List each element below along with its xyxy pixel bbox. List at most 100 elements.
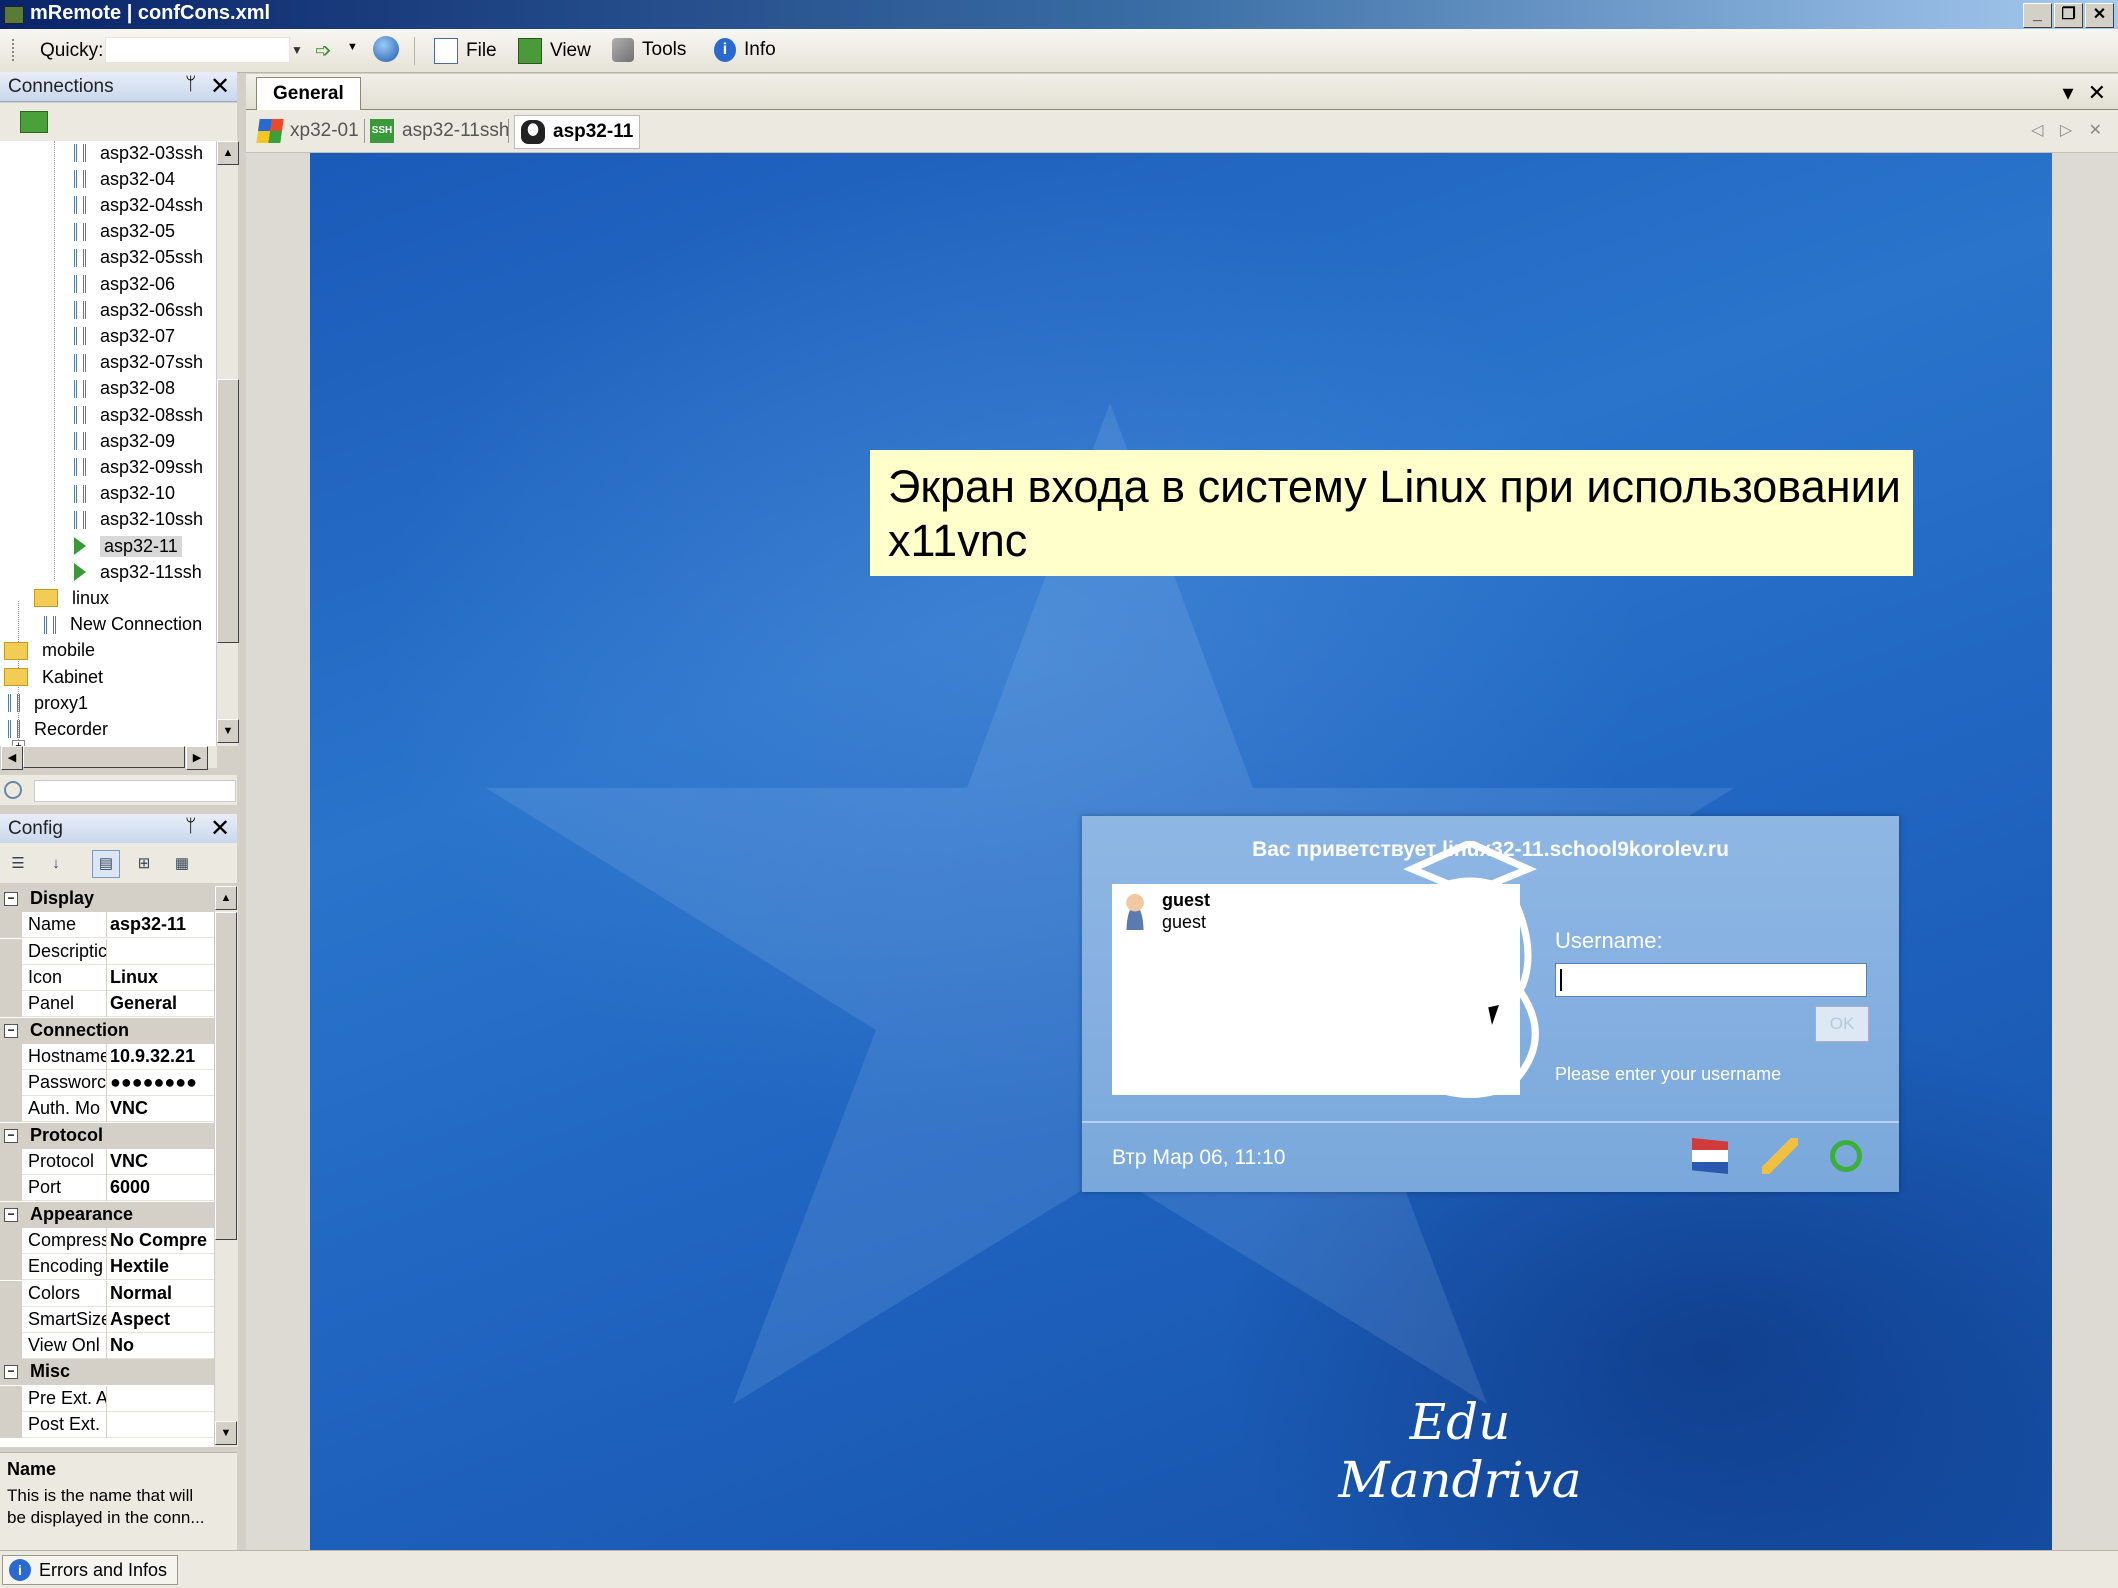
grid-category[interactable]: − Connection	[0, 1017, 214, 1044]
h-scroll-thumb[interactable]	[23, 746, 185, 768]
property-value[interactable]: VNC	[110, 1151, 214, 1172]
grid-property-row[interactable]: Compress No Compre	[0, 1227, 214, 1254]
property-value[interactable]: VNC	[110, 1098, 214, 1119]
property-value[interactable]: 10.9.32.21	[110, 1046, 214, 1067]
grid-vertical-scrollbar[interactable]: ▲ ▼	[214, 886, 238, 1447]
grid-property-row[interactable]: Name asp32-11	[0, 912, 214, 939]
collapse-toggle-icon[interactable]: −	[4, 1365, 18, 1380]
tree-item[interactable]: Recorder	[4, 716, 108, 742]
tree-item[interactable]: asp32-07ssh	[70, 350, 203, 376]
inheritance-icon[interactable]: ⊞	[130, 850, 158, 878]
grid-category[interactable]: − Appearance	[0, 1201, 214, 1228]
tab-list-dropdown-icon[interactable]: ▾	[2063, 80, 2074, 106]
sort-alpha-icon[interactable]: ↓	[42, 850, 70, 878]
globe-icon[interactable]	[373, 36, 399, 62]
properties-icon[interactable]: ▤	[92, 850, 120, 878]
grid-property-row[interactable]: Descriptic	[0, 938, 214, 965]
grid-property-row[interactable]: SmartSize Aspect	[0, 1306, 214, 1333]
tree-vertical-scrollbar[interactable]: ▲ ▼	[216, 141, 239, 746]
grid-property-row[interactable]: Encoding Hextile	[0, 1254, 214, 1281]
menu-file[interactable]: File	[434, 38, 497, 64]
tree-item[interactable]: asp32-03ssh	[70, 141, 203, 166]
tree-item[interactable]: mobile	[4, 638, 95, 664]
grid-property-row[interactable]: Pre Ext. A	[0, 1385, 214, 1412]
property-value[interactable]: Aspect	[110, 1309, 214, 1330]
session-edit-icon[interactable]	[1762, 1138, 1798, 1174]
quicky-input[interactable]	[105, 37, 290, 63]
categorized-icon[interactable]: ☰	[4, 850, 32, 878]
language-flag-icon[interactable]	[1692, 1138, 1728, 1174]
property-value[interactable]: 6000	[110, 1177, 214, 1198]
tree-item[interactable]: asp32-07	[70, 323, 175, 349]
tree-item[interactable]: asp32-06ssh	[70, 297, 203, 323]
connections-tree[interactable]: + asp32-03ssh asp32-04 asp32-04ssh asp32-05…	[0, 141, 216, 746]
scroll-up-button[interactable]: ▲	[217, 141, 239, 165]
grid-property-row[interactable]: Colors Normal	[0, 1280, 214, 1307]
property-value[interactable]: No	[110, 1335, 214, 1356]
new-connection-icon[interactable]	[20, 111, 48, 133]
tree-item[interactable]: linux	[34, 585, 109, 611]
tree-item[interactable]: asp32-04	[70, 166, 175, 192]
tree-item[interactable]: asp32-04ssh	[70, 192, 203, 218]
grid-property-row[interactable]: Icon Linux	[0, 964, 214, 991]
scroll-down-button[interactable]: ▼	[215, 1421, 237, 1445]
grid-category[interactable]: − Misc	[0, 1359, 214, 1386]
user-name[interactable]: guest	[1162, 890, 1210, 911]
tree-item[interactable]: asp32-09	[70, 428, 175, 454]
grid-property-row[interactable]: Post Ext.	[0, 1412, 214, 1438]
tree-item[interactable]: Kabinet	[4, 664, 103, 690]
grid-property-row[interactable]: Passworc ●●●●●●●●	[0, 1070, 214, 1097]
errors-and-infos-tab[interactable]: i Errors and Infos	[2, 1555, 179, 1585]
collapse-toggle-icon[interactable]: −	[4, 1207, 18, 1222]
tree-item[interactable]: proxy1	[4, 690, 88, 716]
power-icon[interactable]	[1830, 1140, 1862, 1172]
property-value[interactable]: Linux	[110, 967, 214, 988]
property-value[interactable]: General	[110, 993, 214, 1014]
connection-tab[interactable]: SSH asp32-11ssh	[370, 115, 509, 147]
connection-tab[interactable]: asp32-11	[514, 115, 641, 149]
property-grid[interactable]: − Display Name asp32-11 Descriptic Icon Linux P…	[0, 886, 214, 1447]
tree-item[interactable]: asp32-10ssh	[70, 507, 203, 533]
tree-item[interactable]: asp32-11ssh	[70, 559, 202, 585]
collapse-toggle-icon[interactable]: −	[4, 1023, 18, 1038]
grid-category[interactable]: − Display	[0, 886, 214, 912]
search-input[interactable]	[34, 780, 236, 802]
close-button[interactable]: ✕	[2085, 3, 2114, 28]
tree-item[interactable]: asp32-11	[70, 533, 182, 559]
menu-info[interactable]: i Info	[714, 38, 776, 62]
minimize-button[interactable]: _	[2023, 3, 2052, 28]
grid-property-row[interactable]: Panel General	[0, 991, 214, 1018]
collapse-toggle-icon[interactable]: −	[4, 892, 18, 906]
pin-icon[interactable]: ᛘ	[185, 74, 196, 96]
connection-tab[interactable]: xp32-01	[256, 115, 359, 147]
scroll-thumb[interactable]	[217, 379, 239, 643]
tree-item[interactable]: New Connection	[40, 612, 202, 638]
pin-icon[interactable]: ᛘ	[185, 816, 196, 838]
tree-item[interactable]: asp32-10	[70, 481, 175, 507]
connect-arrow-icon[interactable]: ➩	[315, 38, 332, 63]
collapse-toggle-icon[interactable]: −	[4, 1128, 18, 1143]
tree-horizontal-scrollbar[interactable]: ◀ ▶	[0, 746, 217, 770]
close-icon[interactable]: ✕	[210, 72, 230, 101]
close-icon[interactable]: ✕	[2088, 80, 2106, 106]
close-icon[interactable]: ✕	[210, 814, 230, 843]
scroll-left-button[interactable]: ◀	[1, 746, 23, 770]
tree-item[interactable]: asp32-05ssh	[70, 245, 203, 271]
ok-button[interactable]: OK	[1815, 1006, 1869, 1042]
property-value[interactable]: Hextile	[110, 1256, 214, 1277]
remote-desktop[interactable]: Экран входа в систему Linux при использо…	[310, 153, 2052, 1550]
tree-item[interactable]: asp32-08ssh	[70, 402, 203, 428]
property-value[interactable]: ●●●●●●●●	[110, 1072, 214, 1093]
restore-button[interactable]: ❐	[2054, 3, 2083, 28]
property-value[interactable]: Normal	[110, 1283, 214, 1304]
tab-general[interactable]: General	[256, 77, 361, 110]
grid-property-row[interactable]: Auth. Mo VNC	[0, 1096, 214, 1123]
tree-item[interactable]: asp32-05	[70, 219, 175, 245]
username-input[interactable]	[1555, 963, 1867, 997]
grid-category[interactable]: − Protocol	[0, 1122, 214, 1149]
tab-scroll-controls[interactable]: ◁ ▷ ✕	[2031, 120, 2108, 140]
toolbar-grip[interactable]	[12, 39, 17, 61]
chevron-down-icon[interactable]: ▼	[347, 41, 358, 53]
scroll-thumb[interactable]	[215, 912, 237, 1240]
grid-property-row[interactable]: View Onl No	[0, 1333, 214, 1360]
